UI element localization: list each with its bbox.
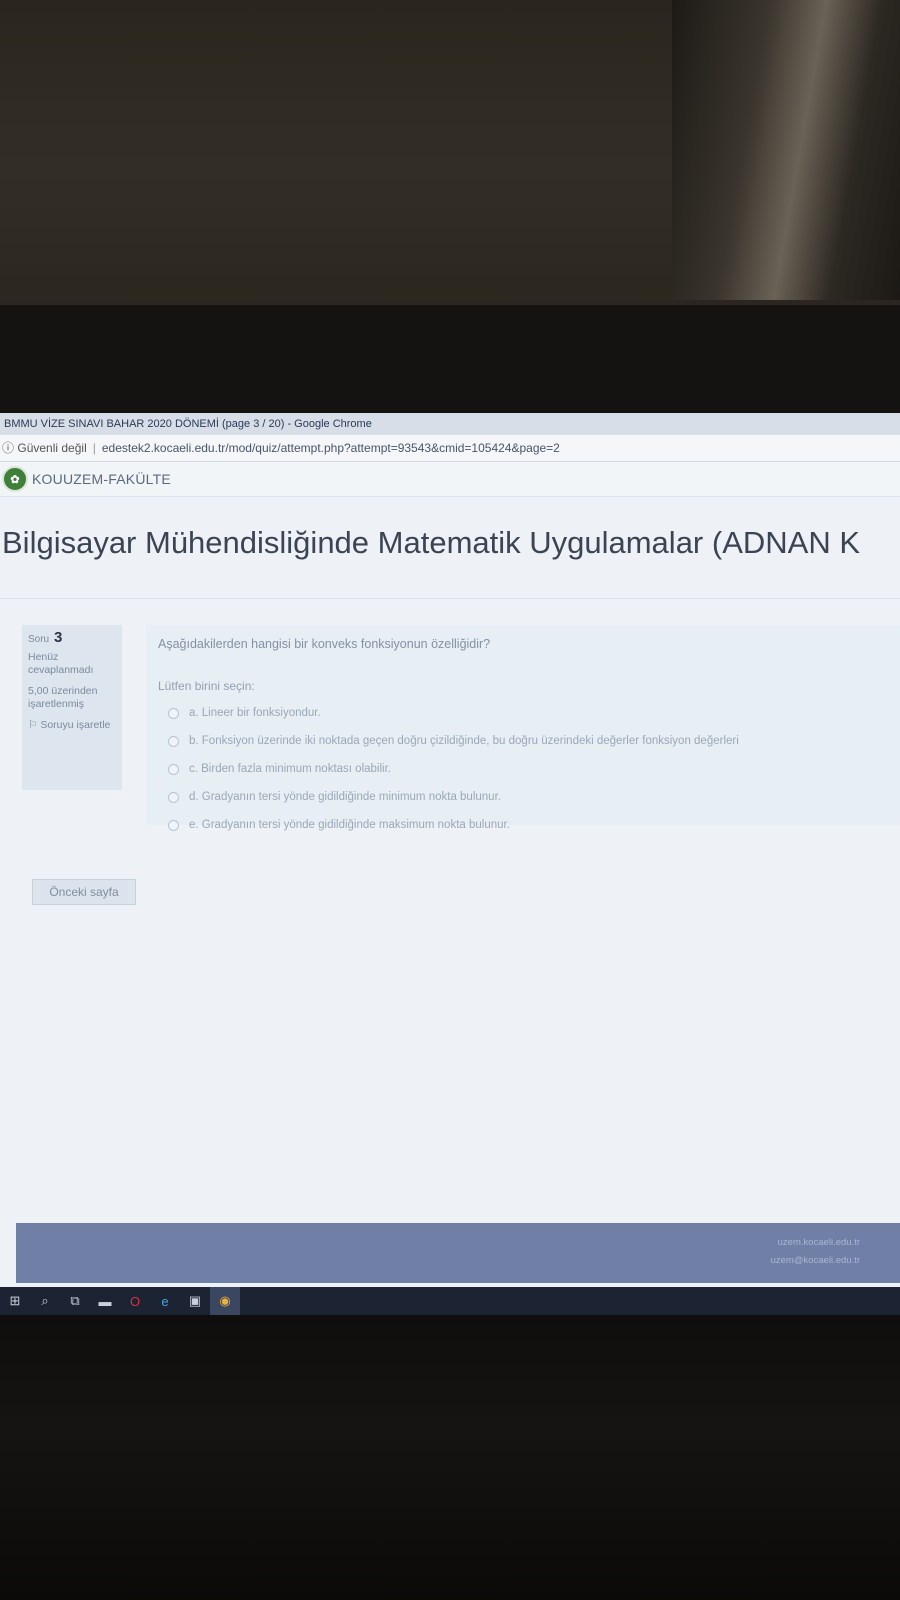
question-content: Aşağıdakilerden hangisi bir konveks fonk… <box>146 625 900 831</box>
answer-label[interactable]: d. Gradyanın tersi yönde gidildiğinde mi… <box>189 791 501 803</box>
windows-start-icon[interactable]: ⊞ <box>0 1287 30 1315</box>
page-footer: uzem.kocaeli.edu.tr uzem@kocaeli.edu.tr <box>16 1223 900 1283</box>
laptop-body <box>0 1315 900 1600</box>
question-number-value: 3 <box>54 629 63 646</box>
address-bar[interactable]: ⓘ Güvenli değil | edestek2.kocaeli.edu.tr/… <box>0 435 900 462</box>
answer-prompt: Lütfen birini seçin: <box>158 679 255 693</box>
radio-button[interactable] <box>168 763 179 775</box>
file-explorer-icon[interactable]: ▬ <box>90 1287 120 1315</box>
radio-button[interactable] <box>168 735 179 747</box>
question-text: Aşağıdakilerden hangisi bir konveks fonk… <box>158 637 491 651</box>
info-icon[interactable]: ⓘ <box>2 441 14 455</box>
chrome-icon[interactable]: ◉ <box>210 1287 240 1315</box>
answer-label[interactable]: c. Birden fazla minimum noktası olabilir… <box>189 763 391 775</box>
footer-email-link[interactable]: uzem@kocaeli.edu.tr <box>771 1255 860 1266</box>
question-state: Henüz cevaplanmadı <box>28 651 94 676</box>
search-icon[interactable]: ⌕ <box>30 1287 60 1315</box>
monitor-bezel-top <box>0 305 900 413</box>
answer-option-b[interactable]: b. Fonksiyon üzerinde iki noktada geçen … <box>168 727 739 755</box>
answer-option-a[interactable]: a. Lineer bir fonksiyondur. <box>168 699 739 727</box>
previous-page-button[interactable]: Önceki sayfa <box>32 879 136 905</box>
answer-list: a. Lineer bir fonksiyondur. b. Fonksiyon… <box>168 699 739 839</box>
windows-taskbar: ⊞ ⌕ ⧉ ▬ O e ▣ ◉ <box>0 1287 900 1315</box>
course-title: Bilgisayar Mühendisliğinde Matematik Uyg… <box>2 525 860 560</box>
radio-button[interactable] <box>168 819 179 831</box>
answer-option-d[interactable]: d. Gradyanın tersi yönde gidildiğinde mi… <box>168 783 739 811</box>
flag-question-label[interactable]: Soruyu işaretle <box>40 719 110 731</box>
question-info-panel: Soru 3 Henüz cevaplanmadı 5,00 üzerinden… <box>22 625 122 790</box>
radio-button[interactable] <box>168 707 179 719</box>
store-icon[interactable]: ▣ <box>180 1287 210 1315</box>
header-divider <box>0 598 900 599</box>
flag-icon[interactable]: ⚐ <box>28 719 37 731</box>
opera-icon[interactable]: O <box>120 1287 150 1315</box>
answer-option-e[interactable]: e. Gradyanın tersi yönde gidildiğinde ma… <box>168 811 739 839</box>
site-brand[interactable]: KOUUZEM-FAKÜLTE <box>32 471 171 487</box>
room-background <box>0 0 900 305</box>
edge-icon[interactable]: e <box>150 1287 180 1315</box>
answer-label[interactable]: b. Fonksiyon üzerinde iki noktada geçen … <box>189 735 739 747</box>
laptop-screen: BMMU VİZE SINAVI BAHAR 2020 DÖNEMİ (page… <box>0 413 900 1315</box>
url-text[interactable]: edestek2.kocaeli.edu.tr/mod/quiz/attempt… <box>102 441 560 455</box>
security-label[interactable]: Güvenli değil <box>17 441 86 455</box>
question-number: Soru 3 <box>28 629 116 646</box>
university-logo-icon[interactable]: ✿ <box>2 466 28 492</box>
question-mark: 5,00 üzerinden işaretlenmiş <box>28 685 98 710</box>
answer-label[interactable]: a. Lineer bir fonksiyondur. <box>189 707 321 719</box>
address-separator: | <box>92 441 96 455</box>
window-title: BMMU VİZE SINAVI BAHAR 2020 DÖNEMİ (page… <box>0 413 900 435</box>
question-number-label: Soru <box>28 634 50 645</box>
flag-question-link[interactable]: ⚐ Soruyu işaretle <box>28 719 116 732</box>
footer-website-link[interactable]: uzem.kocaeli.edu.tr <box>778 1237 860 1248</box>
answer-option-c[interactable]: c. Birden fazla minimum noktası olabilir… <box>168 755 739 783</box>
radio-button[interactable] <box>168 791 179 803</box>
curtain <box>672 0 900 300</box>
site-navbar: ✿ KOUUZEM-FAKÜLTE <box>0 462 900 497</box>
task-view-icon[interactable]: ⧉ <box>60 1287 90 1315</box>
answer-label[interactable]: e. Gradyanın tersi yönde gidildiğinde ma… <box>189 819 510 831</box>
